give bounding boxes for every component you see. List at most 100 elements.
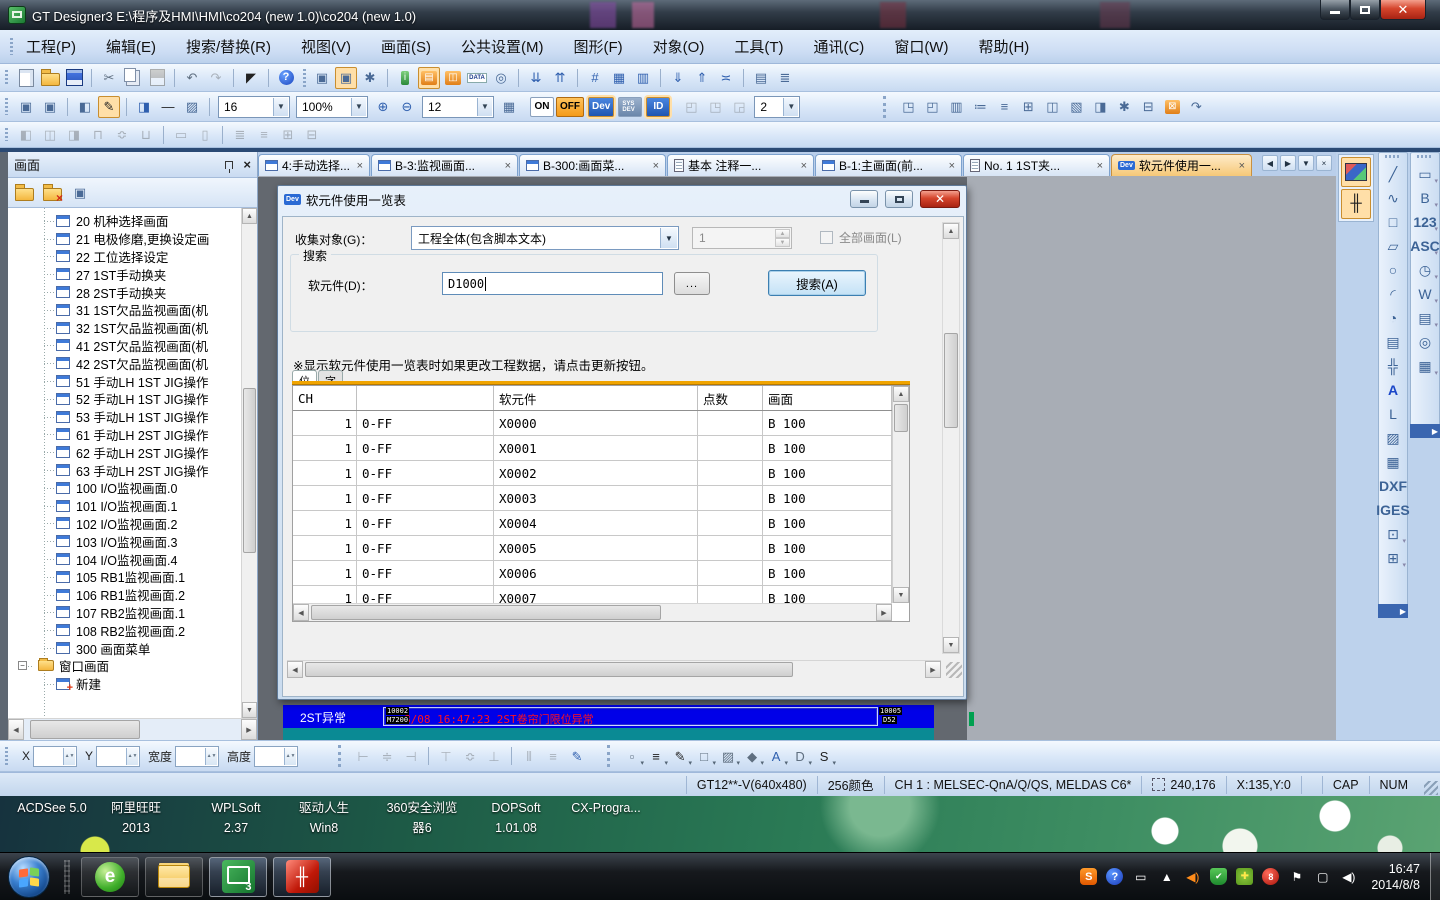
y-input[interactable] bbox=[96, 746, 140, 767]
tree-item[interactable]: 27 1ST手动换夹 bbox=[8, 265, 241, 283]
resize-grip[interactable] bbox=[946, 662, 962, 678]
scroll-right-icon[interactable]: ▶ bbox=[876, 604, 892, 621]
tab-no1-1st[interactable]: No. 1 1ST夹... × bbox=[963, 154, 1110, 176]
tree-item[interactable]: 104 I/O监视画面.4 bbox=[8, 550, 241, 568]
tree-item[interactable]: 100 I/O监视画面.0 bbox=[8, 479, 241, 497]
menu-figure[interactable]: 图形(F) bbox=[574, 36, 623, 57]
tree-vertical-scrollbar[interactable]: ▲ ▼ bbox=[241, 208, 257, 718]
dialog-horizontal-scrollbar[interactable]: ◀ ▶ bbox=[287, 660, 941, 678]
text-size-combo[interactable]: 12▼ bbox=[422, 96, 494, 118]
pattern-icon[interactable]: ▨ bbox=[181, 96, 203, 118]
tab-close-button[interactable]: × bbox=[1316, 155, 1332, 171]
category-list-icon[interactable]: ▧ bbox=[1065, 96, 1087, 118]
tray-window-icon[interactable]: ▭ bbox=[1132, 868, 1149, 885]
tray-sogou-icon[interactable]: S bbox=[1080, 868, 1097, 885]
table-row[interactable]: 1 0-FF X0000 B 100 bbox=[293, 411, 892, 436]
close-button[interactable]: ✕ bbox=[1380, 0, 1426, 20]
tab-b300-screen-menu[interactable]: B-300:画面菜... × bbox=[519, 154, 666, 176]
taskbar-clock[interactable]: 16:47 2014/8/8 bbox=[1371, 861, 1420, 893]
scroll-left-icon[interactable]: ◀ bbox=[287, 661, 303, 678]
spin-down-icon[interactable]: ▼ bbox=[775, 238, 790, 247]
paste-icon[interactable] bbox=[146, 67, 168, 89]
menu-object[interactable]: 对象(O) bbox=[653, 36, 705, 57]
scale-tool-icon[interactable]: ▤ bbox=[1381, 330, 1405, 353]
capture-object-icon[interactable]: ⊞ bbox=[1381, 546, 1405, 569]
menu-window[interactable]: 窗口(W) bbox=[894, 36, 948, 57]
export-icon[interactable]: ⇈ bbox=[549, 67, 571, 89]
alarm-display-icon[interactable]: ◳ bbox=[897, 96, 919, 118]
tray-antivirus-icon[interactable]: ✚ bbox=[1236, 868, 1253, 885]
style-change-icon[interactable]: ✎ bbox=[566, 745, 588, 767]
height-input[interactable] bbox=[254, 746, 298, 767]
text-direct-icon[interactable]: D▾ bbox=[789, 745, 811, 767]
line-style-icon[interactable]: ≡▾ bbox=[645, 745, 667, 767]
align-left-icon[interactable]: ◧ bbox=[15, 124, 37, 146]
device-transfer-icon[interactable]: ≡ bbox=[993, 96, 1015, 118]
same-height-icon[interactable]: ▯ bbox=[194, 124, 216, 146]
table-horizontal-scrollbar[interactable]: ◀ ▶ bbox=[293, 603, 892, 621]
edit-vertices-icon[interactable]: ✱ bbox=[1113, 96, 1135, 118]
sector-tool-icon[interactable]: ◔ bbox=[1381, 306, 1405, 329]
hmi-alarm-strip[interactable]: 2ST异常 10002 M7200 8/08 16:47:23 2ST卷帘门限位… bbox=[283, 705, 934, 728]
tree-item[interactable]: 61 手动LH 2ST JIG操作 bbox=[8, 426, 241, 444]
copy-icon[interactable] bbox=[122, 67, 144, 89]
tray-shield-icon[interactable]: ✔ bbox=[1210, 868, 1227, 885]
rect-tool-icon[interactable]: □ bbox=[1381, 210, 1405, 233]
help-icon[interactable]: ? bbox=[275, 67, 297, 89]
tree-item[interactable]: 108 RB2监视画面.2 bbox=[8, 621, 241, 639]
zoom-out-icon[interactable]: ⊖ bbox=[396, 96, 418, 118]
width-input[interactable] bbox=[175, 746, 219, 767]
screen-new-icon[interactable]: ▣ bbox=[15, 96, 37, 118]
tree-item[interactable]: 52 手动LH 1ST JIG操作 bbox=[8, 390, 241, 408]
tab-close-icon[interactable]: × bbox=[357, 160, 363, 172]
desktop-icon-label[interactable]: 阿里旺旺 2013 bbox=[100, 798, 172, 838]
circle-tool-icon[interactable]: ○ bbox=[1381, 258, 1405, 281]
screen-image-view-button[interactable] bbox=[1341, 157, 1371, 187]
zoom-in-icon[interactable]: ⊕ bbox=[372, 96, 394, 118]
delete-screen-icon[interactable]: × bbox=[41, 182, 63, 204]
comment-display-icon[interactable]: W bbox=[1413, 282, 1437, 305]
maximize-button[interactable] bbox=[1350, 0, 1380, 20]
sysdev-display-button[interactable]: SYS DEV bbox=[618, 97, 642, 117]
arc-tool-icon[interactable]: ◜ bbox=[1381, 282, 1405, 305]
iges-import-icon[interactable]: IGES bbox=[1381, 498, 1405, 521]
template-icon[interactable]: ◧ bbox=[74, 96, 96, 118]
image-insert-icon[interactable]: ▦ bbox=[1381, 450, 1405, 473]
pointer-icon[interactable]: ◤ bbox=[240, 67, 262, 89]
save-project-icon[interactable] bbox=[63, 67, 85, 89]
dialog-minimize-button[interactable] bbox=[850, 190, 878, 208]
pattern-style-icon[interactable]: ▨▾ bbox=[717, 745, 739, 767]
table-header-cell[interactable]: 软元件 bbox=[494, 386, 698, 410]
resize-grip[interactable] bbox=[1424, 781, 1438, 795]
align-right-edge-icon[interactable]: ⊣ bbox=[400, 745, 422, 767]
desktop-icon-label[interactable]: 360安全浏览 器6 bbox=[372, 798, 472, 838]
logo-text-tool-icon[interactable]: L bbox=[1381, 402, 1405, 425]
fill-color-icon[interactable]: ◨ bbox=[133, 96, 155, 118]
desktop-icon-label[interactable]: ACDSee 5.0 bbox=[2, 798, 102, 818]
text-color-icon[interactable]: A▾ bbox=[765, 745, 787, 767]
align-top-edge-icon[interactable]: ⊤ bbox=[435, 745, 457, 767]
tab-b3-monitor[interactable]: B-3:监视画面... × bbox=[371, 154, 518, 176]
table-row[interactable]: 1 0-FF X0003 B 100 bbox=[293, 486, 892, 511]
table-header-cell[interactable] bbox=[357, 386, 494, 410]
tray-browser-icon[interactable]: 8 bbox=[1262, 868, 1279, 885]
show-desktop-button[interactable] bbox=[1430, 853, 1440, 900]
tray-audio-mixer-icon[interactable]: ◀) bbox=[1184, 868, 1201, 885]
tree-item[interactable]: 31 1ST欠品监视画面(机 bbox=[8, 301, 241, 319]
scrollbar-thumb[interactable] bbox=[243, 388, 256, 553]
taskbar-gt-designer3[interactable] bbox=[209, 857, 267, 897]
distribute-v-icon[interactable]: ≡ bbox=[253, 124, 275, 146]
tree-item[interactable]: 42 2ST欠品监视画面(机 bbox=[8, 354, 241, 372]
align-top-icon[interactable]: ⊓ bbox=[87, 124, 109, 146]
capture-screen-icon[interactable]: ⊡ bbox=[1381, 522, 1405, 545]
tree-item[interactable]: 102 I/O监视画面.2 bbox=[8, 515, 241, 533]
tree-item[interactable]: 22 工位选择设定 bbox=[8, 248, 241, 266]
tree-item[interactable]: 63 手动LH 2ST JIG操作 bbox=[8, 461, 241, 479]
scroll-left-icon[interactable]: ◀ bbox=[293, 604, 309, 621]
device-search-tool-icon[interactable]: ◎ bbox=[1413, 330, 1437, 353]
scroll-left-icon[interactable]: ◀ bbox=[8, 719, 24, 740]
tree-horizontal-scrollbar[interactable]: ◀ ▶ bbox=[8, 718, 257, 740]
data-check-icon[interactable]: ◨ bbox=[1089, 96, 1111, 118]
scroll-right-icon[interactable]: ▶ bbox=[241, 719, 257, 740]
piping-tool-icon[interactable]: ╬ bbox=[1381, 354, 1405, 377]
